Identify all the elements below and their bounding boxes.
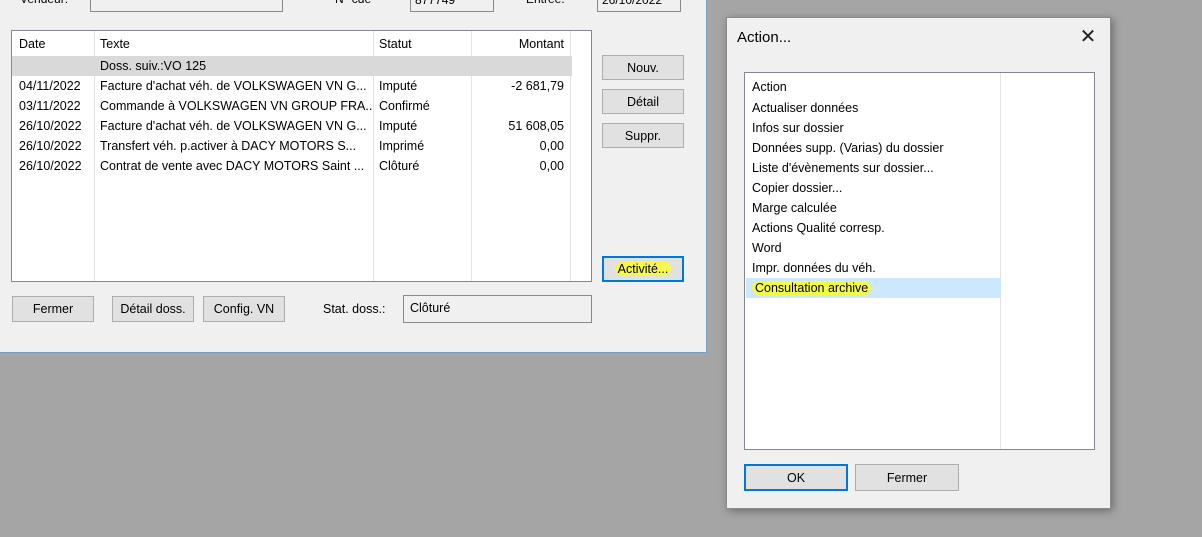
row-texte: Facture d'achat véh. de VOLKSWAGEN VN G.… — [100, 79, 367, 93]
list-item[interactable]: Word — [746, 238, 1001, 258]
row-date: 04/11/2022 — [19, 79, 81, 93]
list-item[interactable]: Marge calculée — [746, 198, 1001, 218]
row-statut: Imputé — [379, 79, 418, 93]
row-date: 26/10/2022 — [19, 119, 82, 133]
main-window: Vendeur: N° cde 877749 Entrée: 26/10/202… — [0, 0, 707, 353]
list-item[interactable]: Impr. données du véh. — [746, 258, 1001, 278]
row-texte: Commande à VOLKSWAGEN VN GROUP FRA... — [100, 99, 372, 113]
table-row[interactable]: 03/11/2022 Commande à VOLKSWAGEN VN GROU… — [12, 96, 572, 116]
list-item[interactable]: Données supp. (Varias) du dossier — [746, 138, 1001, 158]
vendeur-field[interactable] — [90, 0, 283, 12]
dialog-fermer-button[interactable]: Fermer — [855, 464, 959, 491]
num-cde-field[interactable]: 877749 — [410, 0, 494, 12]
row-montant — [474, 96, 564, 116]
row-montant: 0,00 — [539, 139, 564, 153]
detail-doss-button[interactable]: Détail doss. — [112, 296, 194, 322]
detail-button[interactable]: Détail — [602, 89, 684, 114]
list-item[interactable]: Infos sur dossier — [746, 118, 1001, 138]
list-item[interactable]: Liste d'évènements sur dossier... — [746, 158, 1001, 178]
table-row[interactable]: 26/10/2022 Facture d'achat véh. de VOLKS… — [12, 116, 572, 136]
row-montant: 51 608,05 — [508, 119, 564, 133]
list-item[interactable]: Copier dossier... — [746, 178, 1001, 198]
num-cde-label: N° cde — [335, 0, 371, 8]
nouv-button[interactable]: Nouv. — [602, 55, 684, 80]
row-montant: 0,00 — [539, 159, 564, 173]
entree-label: Entrée: — [526, 0, 565, 8]
vendeur-label: Vendeur: — [20, 0, 68, 8]
action-dialog: Action... ✕ Action Actualiser données In… — [726, 17, 1111, 509]
row-statut: Imputé — [379, 119, 418, 133]
table-row[interactable]: 26/10/2022 Transfert véh. p.activer à DA… — [12, 136, 572, 156]
entree-field[interactable]: 26/10/2022 — [597, 0, 681, 12]
dialog-title: Action... — [737, 29, 792, 46]
list-header[interactable]: Action — [752, 77, 787, 97]
activite-button[interactable]: Activité... — [602, 256, 684, 282]
row-texte: Contrat de vente avec DACY MOTORS Saint … — [100, 159, 365, 173]
table-row[interactable]: 26/10/2022 Contrat de vente avec DACY MO… — [12, 156, 572, 176]
header-date[interactable]: Date — [19, 34, 95, 54]
list-item[interactable]: Actions Qualité corresp. — [746, 218, 1001, 238]
close-icon[interactable]: ✕ — [1076, 26, 1100, 50]
row-statut: Imprimé — [379, 139, 425, 153]
stat-doss-field: Clôturé — [403, 295, 592, 323]
header-texte[interactable]: Texte — [100, 34, 372, 54]
fermer-button[interactable]: Fermer — [12, 296, 94, 322]
group-row-label: Doss. suiv.:VO 125 — [100, 59, 207, 73]
row-texte: Facture d'achat véh. de VOLKSWAGEN VN G.… — [100, 119, 367, 133]
row-date: 26/10/2022 — [19, 159, 82, 173]
header-montant[interactable]: Montant — [474, 34, 564, 54]
header-statut[interactable]: Statut — [379, 34, 469, 54]
list-item[interactable]: Actualiser données — [746, 98, 1001, 118]
list-item-selected[interactable]: Consultation archive — [746, 278, 1001, 298]
row-date: 26/10/2022 — [19, 139, 82, 153]
table-group-row[interactable]: Doss. suiv.:VO 125 — [12, 56, 572, 76]
table-row[interactable]: 04/11/2022 Facture d'achat véh. de VOLKS… — [12, 76, 572, 96]
action-listbox[interactable]: Action Actualiser données Infos sur doss… — [744, 72, 1095, 450]
ok-button[interactable]: OK — [744, 464, 848, 491]
actions-table[interactable]: Date Texte Statut Montant Doss. suiv.:VO… — [11, 30, 592, 282]
row-texte: Transfert véh. p.activer à DACY MOTORS S… — [100, 139, 357, 153]
activite-label: Activité... — [614, 262, 672, 276]
table-header: Date Texte Statut Montant — [12, 31, 591, 57]
suppr-button[interactable]: Suppr. — [602, 123, 684, 148]
row-statut: Confirmé — [379, 99, 430, 113]
config-vn-button[interactable]: Config. VN — [203, 296, 285, 322]
row-date: 03/11/2022 — [19, 99, 81, 113]
row-montant: -2 681,79 — [511, 79, 564, 93]
row-statut: Clôturé — [379, 159, 420, 173]
stat-doss-label: Stat. doss.: — [323, 302, 386, 316]
selected-item-label: Consultation archive — [752, 281, 872, 295]
